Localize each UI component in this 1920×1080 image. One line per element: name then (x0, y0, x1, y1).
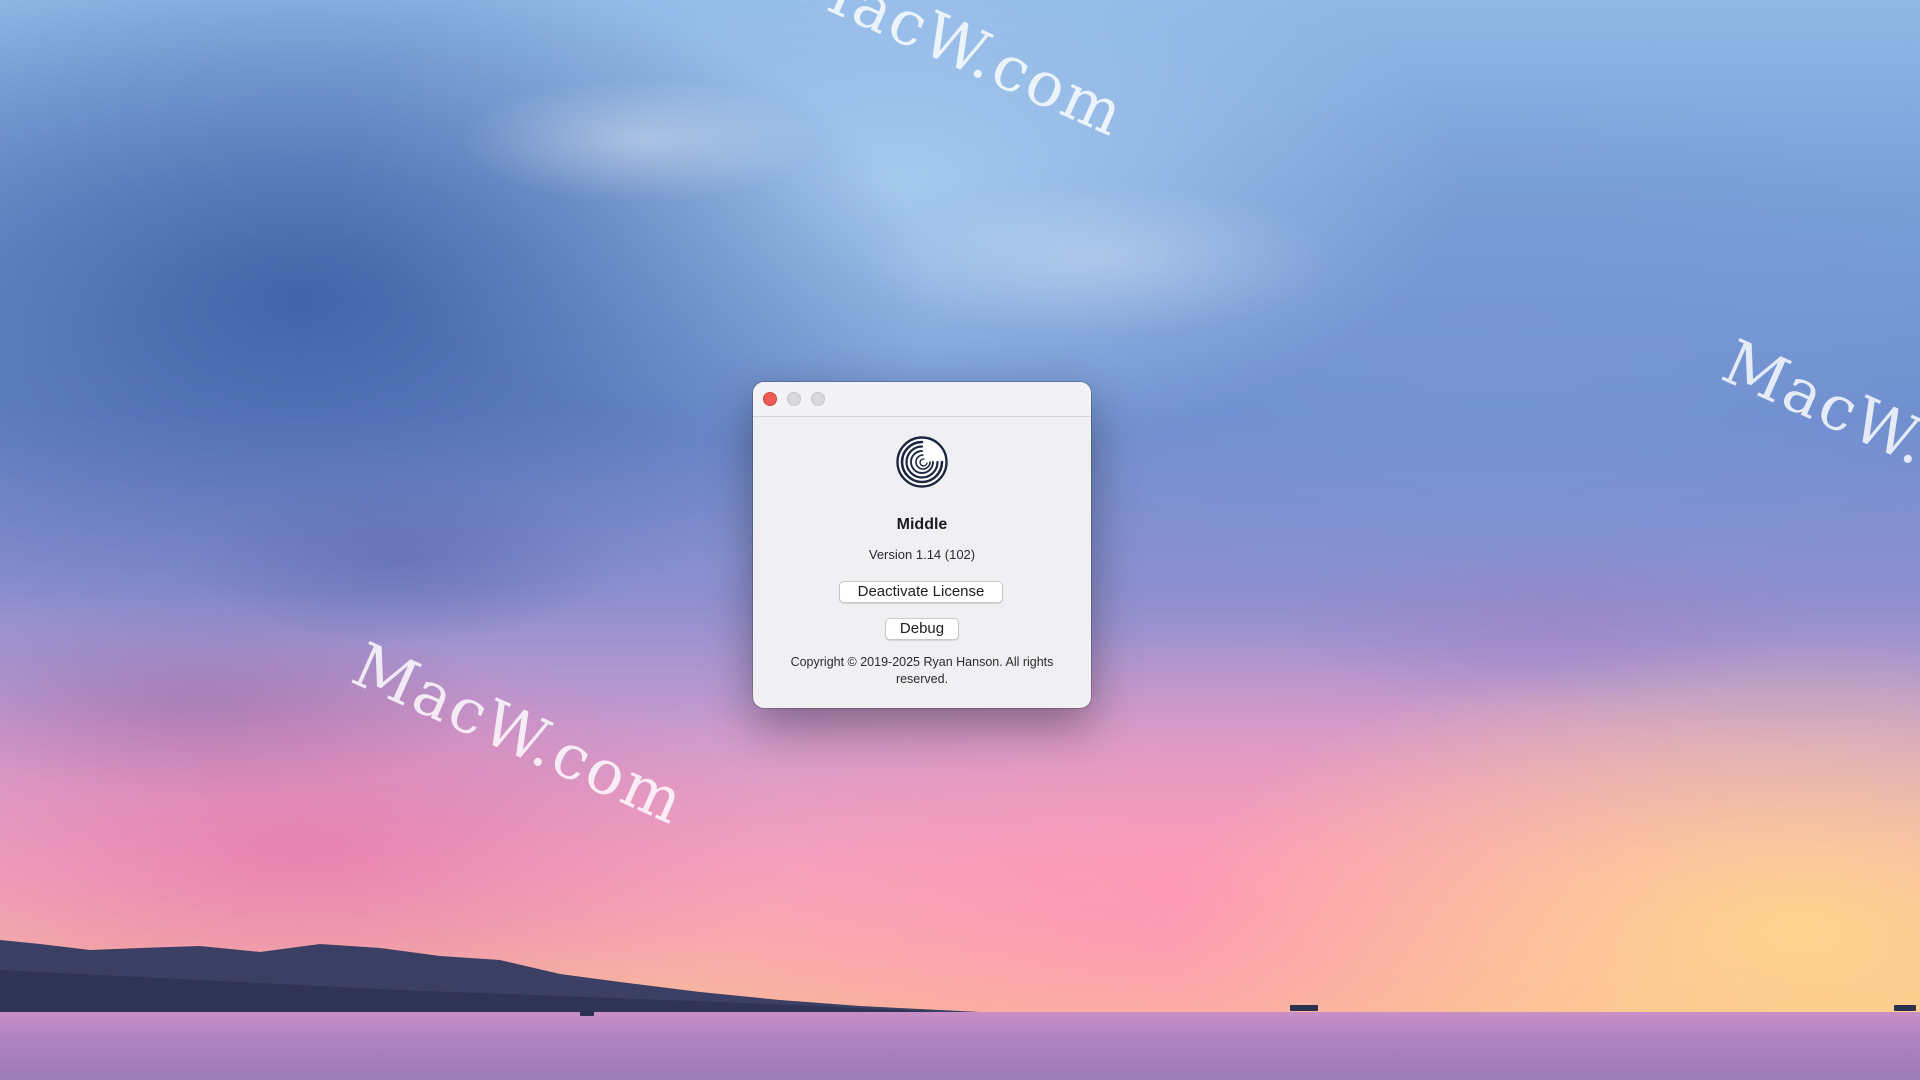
boat-shape (1290, 1005, 1318, 1011)
about-window: Middle Version 1.14 (102) Deactivate Lic… (753, 382, 1091, 708)
debug-button[interactable]: Debug (885, 618, 959, 640)
middle-app-icon (896, 436, 948, 488)
app-name: Middle (896, 516, 948, 533)
deactivate-license-button[interactable]: Deactivate License (839, 581, 1003, 603)
version-label: Version 1.14 (102) (868, 547, 976, 562)
minimize-window-button[interactable] (787, 392, 801, 406)
boat-shape (580, 1010, 594, 1016)
copyright-text: Copyright © 2019-2025 Ryan Hanson. All r… (790, 655, 1054, 686)
zoom-window-button[interactable] (811, 392, 825, 406)
boat-shape (1894, 1005, 1916, 1011)
wallpaper-mountains (0, 940, 1020, 1020)
window-titlebar[interactable] (753, 382, 1091, 417)
wallpaper-sea (0, 1012, 1920, 1080)
close-window-button[interactable] (763, 392, 777, 406)
